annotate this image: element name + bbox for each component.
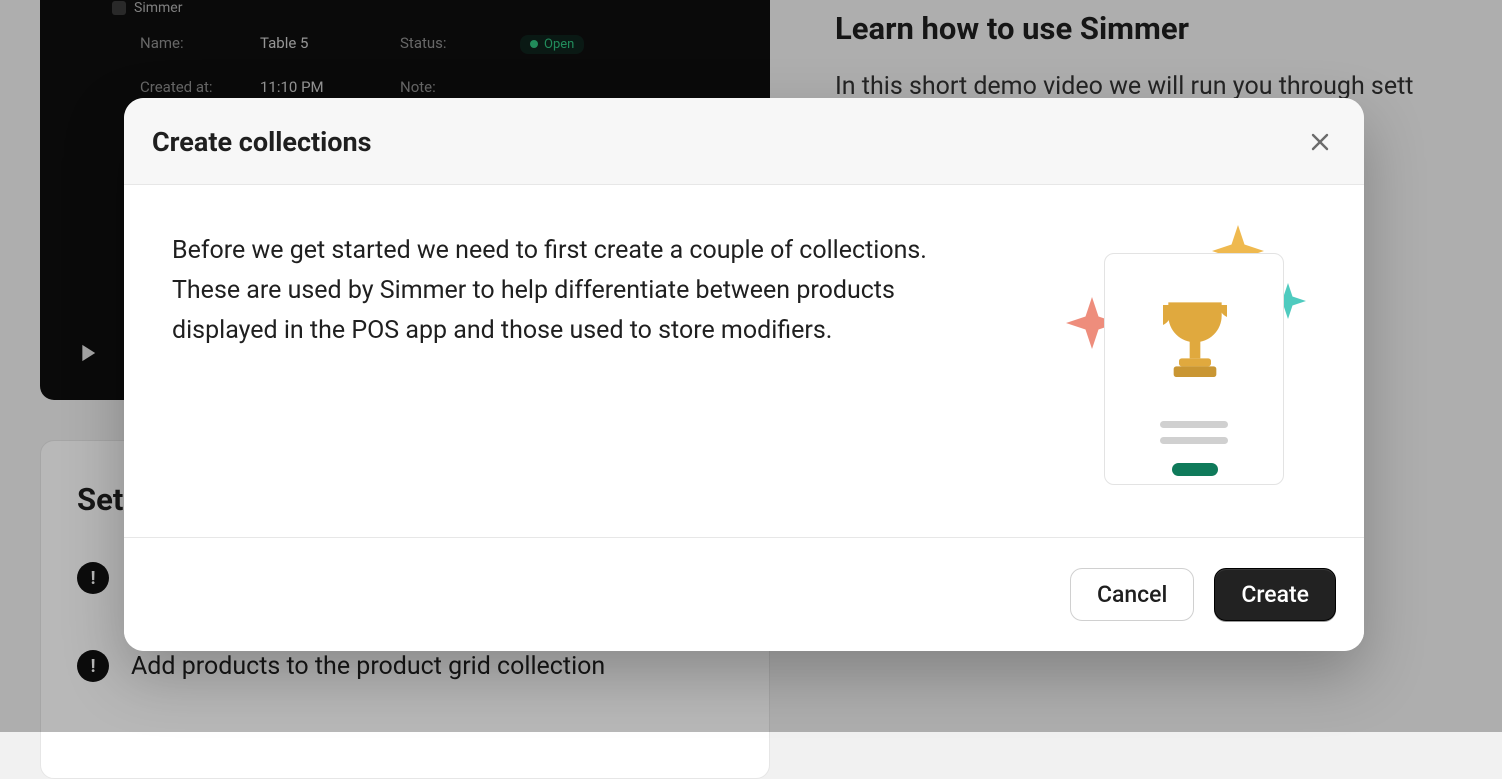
create-collections-modal: Create collections Before we get started… [124, 98, 1364, 651]
cancel-button[interactable]: Cancel [1070, 568, 1194, 621]
close-icon[interactable] [1304, 126, 1336, 158]
trophy-illustration [1066, 231, 1316, 491]
modal-title: Create collections [152, 126, 372, 158]
trophy-icon [1152, 297, 1238, 393]
create-button[interactable]: Create [1214, 568, 1336, 621]
modal-body-text: Before we get started we need to first c… [172, 231, 982, 351]
